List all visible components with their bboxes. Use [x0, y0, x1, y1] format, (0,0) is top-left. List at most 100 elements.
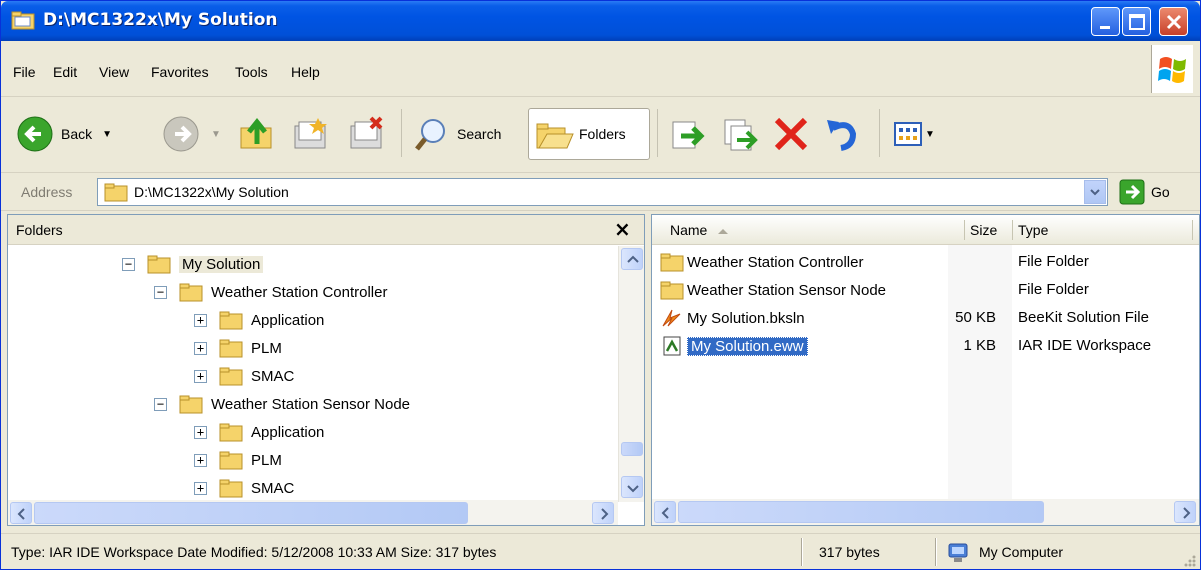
- expand-icon[interactable]: +: [194, 313, 207, 327]
- expand-icon[interactable]: +: [194, 453, 207, 467]
- new-folder-button[interactable]: [291, 109, 331, 159]
- copy-to-folder-icon: [294, 118, 327, 149]
- resize-grip-icon[interactable]: [1181, 552, 1197, 568]
- column-header-bar: Name Size Type: [652, 215, 1199, 245]
- tree-item[interactable]: + PLM: [194, 447, 282, 473]
- file-row[interactable]: Weather Station Controller File Folder: [652, 249, 1199, 275]
- minimize-button[interactable]: [1091, 7, 1120, 36]
- copy-to-icon: [724, 119, 758, 151]
- status-size: 317 bytes: [819, 544, 880, 560]
- copy-to-button[interactable]: [721, 109, 761, 159]
- tree-item[interactable]: + PLM: [194, 335, 282, 361]
- address-dropdown-button[interactable]: [1084, 180, 1106, 204]
- close-button[interactable]: [1159, 7, 1188, 36]
- menu-edit[interactable]: Edit: [53, 64, 77, 80]
- menu-tools[interactable]: Tools: [235, 64, 268, 80]
- views-button[interactable]: ▼: [893, 109, 935, 159]
- menu-favorites[interactable]: Favorites: [151, 64, 209, 80]
- expand-icon[interactable]: +: [194, 341, 207, 355]
- file-name: My Solution.bksln: [687, 309, 805, 327]
- forward-dropdown-icon[interactable]: ▼: [211, 129, 221, 140]
- file-type: IAR IDE Workspace: [1018, 337, 1152, 354]
- file-type: File Folder: [1018, 281, 1089, 298]
- menu-file[interactable]: File: [13, 64, 36, 80]
- tree-item[interactable]: − My Solution: [122, 251, 264, 277]
- maximize-button[interactable]: [1122, 7, 1151, 36]
- back-arrow-icon: [17, 116, 53, 152]
- folder-icon: [219, 367, 243, 386]
- chevron-left-icon: [17, 508, 25, 520]
- address-input[interactable]: D:\MC1322x\My Solution: [97, 178, 1108, 206]
- column-divider[interactable]: [1012, 220, 1013, 240]
- file-type: File Folder: [1018, 253, 1089, 270]
- column-header-size[interactable]: Size: [970, 222, 997, 238]
- folder-icon: [104, 183, 128, 202]
- status-details: Type: IAR IDE Workspace Date Modified: 5…: [11, 544, 497, 560]
- scroll-right-button[interactable]: [592, 502, 614, 524]
- collapse-icon[interactable]: −: [154, 285, 167, 299]
- folders-pane-header: Folders ×: [8, 215, 644, 245]
- tree-item[interactable]: + SMAC: [194, 475, 294, 501]
- folder-up-icon: [240, 117, 272, 149]
- back-label: Back: [61, 126, 93, 142]
- windows-logo: [1151, 45, 1193, 93]
- title-bar[interactable]: D:\MC1322x\My Solution: [1, 1, 1200, 41]
- scroll-thumb[interactable]: [678, 501, 1044, 523]
- views-dropdown-icon[interactable]: ▼: [925, 129, 935, 140]
- scroll-thumb[interactable]: [34, 502, 468, 524]
- toolbar-separator: [879, 109, 880, 157]
- status-divider: [935, 538, 937, 566]
- tree-item[interactable]: + Application: [194, 419, 324, 445]
- column-divider[interactable]: [1192, 220, 1193, 240]
- close-pane-icon[interactable]: ×: [614, 217, 631, 241]
- tree-item[interactable]: + Application: [194, 307, 324, 333]
- collapse-icon[interactable]: −: [122, 257, 135, 271]
- column-divider[interactable]: [964, 220, 965, 240]
- scroll-thumb[interactable]: [621, 442, 643, 456]
- scroll-left-button[interactable]: [654, 501, 676, 523]
- file-row[interactable]: My Solution.bksln 50 KB BeeKit Solution …: [652, 305, 1199, 331]
- expand-icon[interactable]: +: [194, 425, 207, 439]
- chevron-down-icon: [1090, 189, 1100, 196]
- scroll-left-button[interactable]: [10, 502, 32, 524]
- file-size: 50 KB: [955, 309, 996, 326]
- delete-folder-button[interactable]: [347, 109, 387, 159]
- folders-vertical-scrollbar[interactable]: [618, 246, 644, 502]
- tree-item-label: My Solution: [179, 255, 264, 273]
- menu-view[interactable]: View: [99, 64, 129, 80]
- forward-arrow-icon: [163, 116, 199, 152]
- folders-button-content[interactable]: Folders: [535, 109, 626, 159]
- file-name: My Solution.eww: [687, 336, 808, 356]
- delete-button[interactable]: [771, 109, 811, 159]
- maximize-icon: [1129, 14, 1145, 30]
- folders-icon: [536, 123, 574, 149]
- scroll-up-button[interactable]: [621, 248, 643, 270]
- tree-item[interactable]: − Weather Station Controller: [154, 279, 387, 305]
- up-folder-button[interactable]: [237, 109, 277, 159]
- back-button[interactable]: Back ▼: [15, 109, 112, 159]
- tree-item[interactable]: + SMAC: [194, 363, 294, 389]
- column-header-name[interactable]: Name: [670, 222, 707, 238]
- move-to-button[interactable]: [669, 109, 709, 159]
- beekit-file-icon: [662, 309, 681, 327]
- back-dropdown-icon[interactable]: ▼: [102, 129, 112, 140]
- tree-item-label: PLM: [251, 451, 282, 469]
- folder-icon: [179, 283, 203, 302]
- folders-horizontal-scrollbar[interactable]: [8, 500, 618, 525]
- scroll-down-button[interactable]: [621, 476, 643, 498]
- collapse-icon[interactable]: −: [154, 397, 167, 411]
- files-horizontal-scrollbar[interactable]: [652, 499, 1199, 525]
- file-row[interactable]: Weather Station Sensor Node File Folder: [652, 277, 1199, 303]
- scroll-right-button[interactable]: [1174, 501, 1196, 523]
- menu-help[interactable]: Help: [291, 64, 320, 80]
- expand-icon[interactable]: +: [194, 369, 207, 383]
- tree-item[interactable]: − Weather Station Sensor Node: [154, 391, 410, 417]
- search-button[interactable]: Search: [413, 109, 501, 159]
- undo-button[interactable]: [823, 109, 863, 159]
- file-row-selected[interactable]: My Solution.eww 1 KB IAR IDE Workspace: [652, 333, 1199, 359]
- go-button[interactable]: Go: [1119, 179, 1170, 205]
- forward-button[interactable]: ▼: [161, 109, 221, 159]
- expand-icon[interactable]: +: [194, 481, 207, 495]
- move-to-icon: [672, 121, 705, 149]
- column-header-type[interactable]: Type: [1018, 222, 1048, 238]
